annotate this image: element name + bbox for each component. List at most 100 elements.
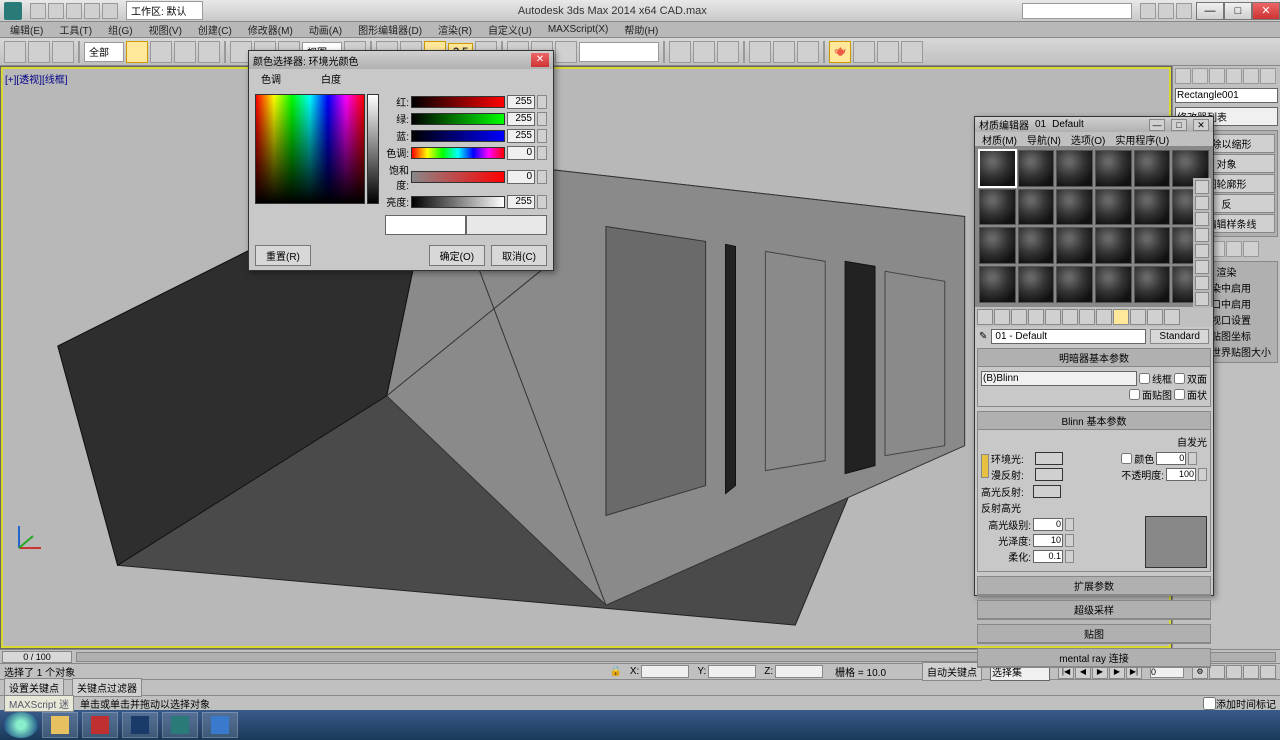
green-value[interactable]: 255 [507,112,535,126]
render-prod-icon[interactable]: 🫖 [829,41,851,63]
minimize-button[interactable]: — [1196,2,1224,20]
red-value[interactable]: 255 [507,95,535,109]
remove-mod-icon[interactable] [1226,241,1242,257]
nav-pan-icon[interactable] [1209,665,1225,679]
mat-menu-material[interactable]: 材质(M) [978,132,1021,147]
nav-max-icon[interactable] [1260,665,1276,679]
keyfilter-button[interactable]: 关键点过滤器 [72,678,142,697]
layers-icon[interactable] [669,41,691,63]
mat-min-button[interactable]: — [1149,119,1165,131]
red-spinner[interactable] [537,95,547,109]
color-cancel-button[interactable]: 取消(C) [491,245,547,266]
addtime-cb[interactable] [1203,697,1216,710]
options-icon[interactable] [1195,276,1209,290]
cb-facemap[interactable] [1129,389,1140,400]
select-name-icon[interactable] [150,41,172,63]
hue-value[interactable]: 0 [507,146,535,160]
open-icon[interactable] [48,3,64,19]
redo-icon[interactable] [102,3,118,19]
maxscript-mini[interactable]: MAXScript 迷 [4,695,74,712]
assign-sel-icon[interactable] [1011,309,1027,325]
tab-hierarchy-icon[interactable] [1209,68,1225,84]
menu-maxscript[interactable]: MAXScript(X) [542,24,615,35]
put-library-icon[interactable] [1079,309,1095,325]
object-name-input[interactable] [1175,88,1278,103]
lock-icon[interactable]: 🔒 [609,666,621,677]
render-active-icon[interactable] [877,41,899,63]
menu-views[interactable]: 视图(V) [143,22,188,37]
sample-uv-icon[interactable] [1195,228,1209,242]
save-icon[interactable] [66,3,82,19]
sat-value[interactable]: 0 [507,170,535,184]
coord-z-input[interactable] [775,665,823,678]
autokey-button[interactable]: 自动关键点 [922,662,982,681]
coord-y-input[interactable] [708,665,756,678]
soften-value[interactable]: 0.1 [1033,550,1063,563]
exchange-icon[interactable] [1158,3,1174,19]
val-value[interactable]: 255 [507,195,535,209]
lock-ambient-icon[interactable] [981,454,989,478]
spec-level-value[interactable]: 0 [1033,518,1063,531]
mat-slot[interactable] [1095,227,1132,264]
hue-spinner[interactable] [537,146,547,160]
hue-sat-field[interactable] [255,94,365,204]
mat-slot[interactable] [1056,189,1093,226]
cb-faceted[interactable] [1174,389,1185,400]
gloss-value[interactable]: 10 [1033,534,1063,547]
blue-slider[interactable] [411,130,505,142]
tab-create-icon[interactable] [1175,68,1191,84]
task-browser[interactable] [202,712,238,738]
render-setup-icon[interactable] [773,41,795,63]
signin-icon[interactable] [1140,3,1156,19]
render-frame-icon[interactable] [797,41,819,63]
rollout-ss-hdr[interactable]: 超级采样 [978,601,1210,619]
cb-selfillum-color[interactable] [1121,453,1132,464]
menu-customize[interactable]: 自定义(U) [482,22,538,37]
rollout-maps-hdr[interactable]: 贴图 [978,625,1210,643]
named-selset-dropdown[interactable] [579,42,659,62]
put-scene-icon[interactable] [994,309,1010,325]
menu-group[interactable]: 组(G) [102,22,138,37]
mat-slot[interactable] [1134,266,1171,303]
start-button[interactable] [4,712,38,738]
background-icon[interactable] [1195,212,1209,226]
menu-tools[interactable]: 工具(T) [53,22,98,37]
red-slider[interactable] [411,96,505,108]
selection-filter-dropdown[interactable]: 全部 [84,42,124,62]
window-crossing-icon[interactable] [198,41,220,63]
curve-editor-icon[interactable] [693,41,715,63]
mat-slot[interactable] [1095,150,1132,187]
new-icon[interactable] [30,3,46,19]
value-slider[interactable] [367,94,379,204]
selfillum-value[interactable]: 0 [1156,452,1186,465]
color-reset-button[interactable]: 重置(R) [255,245,311,266]
mat-slot[interactable] [1095,189,1132,226]
mat-menu-opt[interactable]: 选项(O) [1067,132,1109,147]
tab-motion-icon[interactable] [1226,68,1242,84]
render-last-icon[interactable] [901,41,923,63]
task-explorer[interactable] [42,712,78,738]
green-spinner[interactable] [537,112,547,126]
close-button[interactable]: ✕ [1252,2,1280,20]
rollout-mr-hdr[interactable]: mental ray 连接 [978,649,1210,667]
mat-slot[interactable] [979,150,1016,187]
go-parent-icon[interactable] [1147,309,1163,325]
video-check-icon[interactable] [1195,244,1209,258]
align-icon[interactable] [555,41,577,63]
mat-menu-nav[interactable]: 导航(N) [1023,132,1065,147]
task-3dsmax[interactable] [162,712,198,738]
menu-help[interactable]: 帮助(H) [618,22,664,37]
ambient-swatch[interactable] [1035,452,1063,465]
task-photoshop[interactable] [122,712,158,738]
mat-slot[interactable] [979,266,1016,303]
task-autocad[interactable] [82,712,118,738]
backlight-icon[interactable] [1195,196,1209,210]
sample-type-icon[interactable] [1195,180,1209,194]
cb-2side[interactable] [1174,373,1185,384]
material-editor-icon[interactable] [749,41,771,63]
mat-slot[interactable] [1134,189,1171,226]
unlink-icon[interactable] [28,41,50,63]
mat-slot[interactable] [1095,266,1132,303]
go-sibling-icon[interactable] [1164,309,1180,325]
mat-slot[interactable] [1018,227,1055,264]
